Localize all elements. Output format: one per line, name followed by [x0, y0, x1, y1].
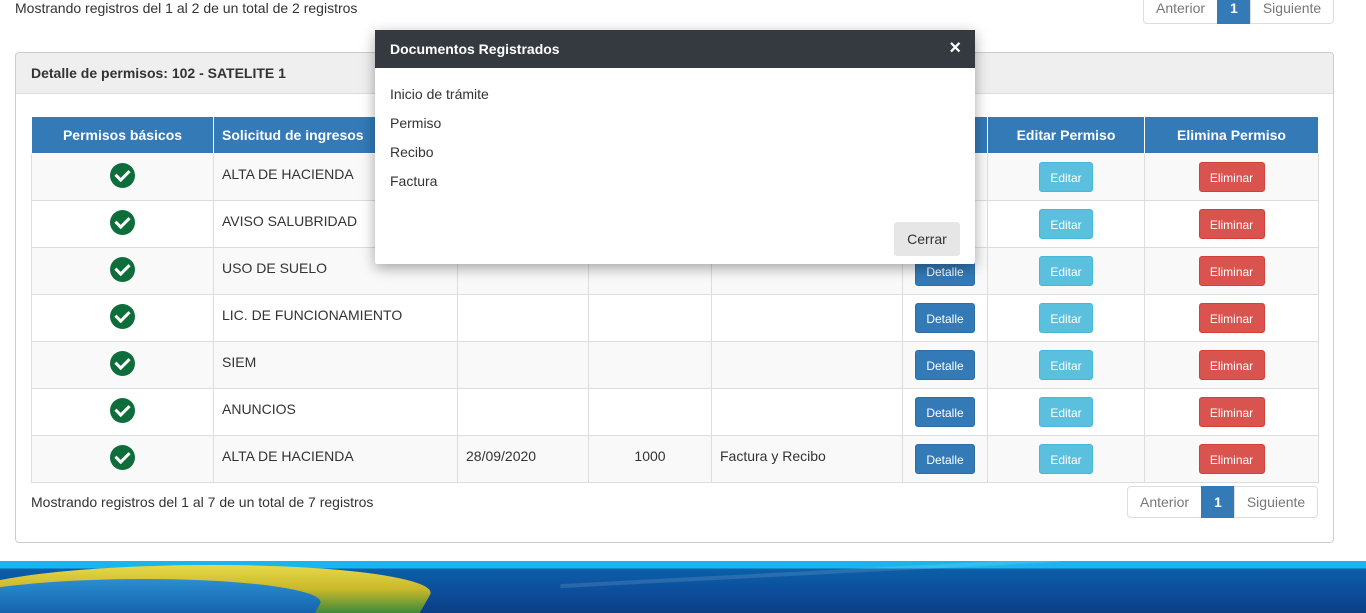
pagination-next-button[interactable]: Siguiente [1233, 486, 1319, 518]
check-icon [110, 210, 135, 235]
editar-button[interactable]: Editar [1039, 303, 1093, 333]
table-row: ANUNCIOS Detalle Editar Eliminar [31, 388, 1319, 436]
eliminar-button[interactable]: Eliminar [1198, 162, 1265, 192]
pagination-page-1[interactable]: 1 [1217, 0, 1251, 24]
documentos-cell [711, 388, 903, 436]
eliminar-button[interactable]: Eliminar [1198, 444, 1265, 474]
editar-cell: Editar [987, 388, 1145, 436]
status-cell [31, 341, 214, 389]
detalle-cell: Detalle [902, 341, 988, 389]
detalle-button[interactable]: Detalle [915, 397, 975, 427]
document-item: Permiso [390, 115, 442, 131]
modal-header: Documentos Registrados × [375, 30, 975, 68]
documentos-cell [711, 294, 903, 342]
solicitud-cell: LIC. DE FUNCIONAMIENTO [213, 294, 458, 342]
detalle-button[interactable]: Detalle [915, 444, 975, 474]
eliminar-cell: Eliminar [1144, 153, 1319, 201]
detalle-cell: Detalle [902, 435, 988, 483]
check-icon [110, 351, 135, 376]
check-icon [110, 304, 135, 329]
editar-cell: Editar [987, 341, 1145, 389]
fecha-cell [457, 388, 589, 436]
fecha-cell: 28/09/2020 [457, 435, 589, 483]
status-cell [31, 247, 214, 295]
editar-cell: Editar [987, 247, 1145, 295]
check-icon [110, 398, 135, 423]
solicitud-cell: ALTA DE HACIENDA [213, 435, 458, 483]
detalle-cell: Detalle [902, 294, 988, 342]
table-row: ALTA DE HACIENDA 28/09/2020 1000 Factura… [31, 435, 1319, 483]
solicitud-cell: SIEM [213, 341, 458, 389]
detalle-cell: Detalle [902, 388, 988, 436]
editar-cell: Editar [987, 294, 1145, 342]
document-item: Recibo [390, 144, 434, 160]
eliminar-button[interactable]: Eliminar [1198, 350, 1265, 380]
status-cell [31, 294, 214, 342]
col-header-eliminar: Elimina Permiso [1144, 116, 1319, 154]
editar-button[interactable]: Editar [1039, 209, 1093, 239]
fecha-cell [457, 294, 589, 342]
eliminar-button[interactable]: Eliminar [1198, 256, 1265, 286]
eliminar-cell: Eliminar [1144, 341, 1319, 389]
check-icon [110, 445, 135, 470]
pagination-prev-button[interactable]: Anterior [1127, 486, 1203, 518]
eliminar-cell: Eliminar [1144, 388, 1319, 436]
check-icon [110, 257, 135, 282]
editar-cell: Editar [987, 435, 1145, 483]
bottom-pagination: Anterior 1 Siguiente [1127, 486, 1319, 518]
editar-button[interactable]: Editar [1039, 162, 1093, 192]
monto-cell: 1000 [588, 435, 712, 483]
monto-cell [588, 341, 712, 389]
documentos-cell: Factura y Recibo [711, 435, 903, 483]
detalle-button[interactable]: Detalle [915, 303, 975, 333]
status-cell [31, 200, 214, 248]
pagination-page-1[interactable]: 1 [1201, 486, 1235, 518]
fecha-cell [457, 341, 589, 389]
table-row: SIEM Detalle Editar Eliminar [31, 341, 1319, 389]
documents-modal: Documentos Registrados × Inicio de trámi… [375, 30, 975, 264]
table-row: LIC. DE FUNCIONAMIENTO Detalle Editar El… [31, 294, 1319, 342]
close-icon[interactable]: × [949, 37, 961, 60]
editar-button[interactable]: Editar [1039, 444, 1093, 474]
eliminar-button[interactable]: Eliminar [1198, 303, 1265, 333]
status-cell [31, 153, 214, 201]
pagination-prev-button[interactable]: Anterior [1143, 0, 1219, 24]
monto-cell [588, 294, 712, 342]
eliminar-cell: Eliminar [1144, 200, 1319, 248]
editar-button[interactable]: Editar [1039, 397, 1093, 427]
editar-button[interactable]: Editar [1039, 350, 1093, 380]
editar-button[interactable]: Editar [1039, 256, 1093, 286]
editar-cell: Editar [987, 200, 1145, 248]
check-icon [110, 163, 135, 188]
col-header-permisos: Permisos básicos [31, 116, 214, 154]
footer-banner [0, 561, 1366, 613]
eliminar-cell: Eliminar [1144, 247, 1319, 295]
pagination-next-button[interactable]: Siguiente [1249, 0, 1335, 24]
footer-decoration [560, 561, 1060, 589]
status-cell [31, 388, 214, 436]
editar-cell: Editar [987, 153, 1145, 201]
eliminar-cell: Eliminar [1144, 294, 1319, 342]
eliminar-button[interactable]: Eliminar [1198, 397, 1265, 427]
solicitud-cell: ANUNCIOS [213, 388, 458, 436]
modal-title: Documentos Registrados [390, 41, 560, 57]
document-item: Inicio de trámite [390, 86, 489, 102]
top-pagination: Anterior 1 Siguiente [1143, 0, 1335, 24]
monto-cell [588, 388, 712, 436]
eliminar-cell: Eliminar [1144, 435, 1319, 483]
detalle-button[interactable]: Detalle [915, 350, 975, 380]
status-cell [31, 435, 214, 483]
document-item: Factura [390, 173, 438, 189]
close-modal-button[interactable]: Cerrar [894, 222, 960, 256]
col-header-editar: Editar Permiso [987, 116, 1145, 154]
eliminar-button[interactable]: Eliminar [1198, 209, 1265, 239]
documentos-cell [711, 341, 903, 389]
modal-body: Inicio de trámite Permiso Recibo Factura [375, 68, 975, 202]
top-records-info: Mostrando registros del 1 al 2 de un tot… [15, 0, 358, 16]
bottom-records-info: Mostrando registros del 1 al 7 de un tot… [31, 494, 374, 510]
